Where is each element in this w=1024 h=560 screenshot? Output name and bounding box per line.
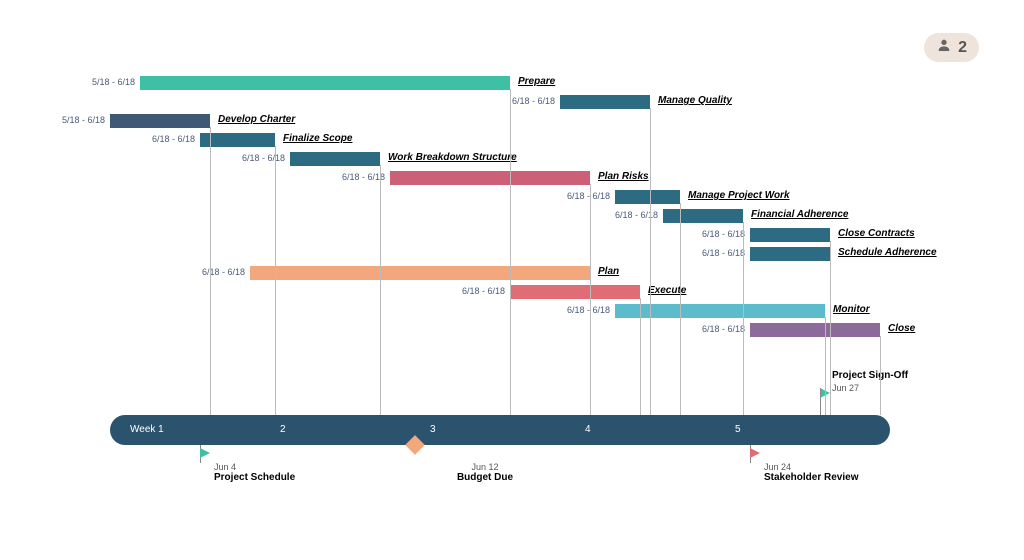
guide-line <box>743 222 744 415</box>
guide-line <box>510 89 511 415</box>
gantt-row: 6/18 - 6/18 Work Breakdown Structure <box>110 151 890 167</box>
gantt-bar[interactable] <box>615 304 825 318</box>
task-label[interactable]: Close Contracts <box>838 228 915 239</box>
milestone-pole <box>820 388 821 415</box>
task-date-range: 6/18 - 6/18 <box>190 267 245 277</box>
milestone[interactable]: Jun 12Budget Due <box>415 448 555 483</box>
gantt-row: 6/18 - 6/18Financial Adherence <box>110 208 890 224</box>
task-label[interactable]: Plan <box>598 266 619 277</box>
gantt-bar[interactable] <box>200 133 275 147</box>
milestone-flag-icon <box>750 448 760 458</box>
task-label[interactable]: Close <box>888 323 915 334</box>
task-label[interactable]: Prepare <box>518 76 555 87</box>
task-date-range: 6/18 - 6/18 <box>230 153 285 163</box>
gantt-bar[interactable] <box>750 323 880 337</box>
gantt-row: 6/18 - 6/18Close <box>110 322 890 338</box>
gantt-bar[interactable] <box>250 266 590 280</box>
task-label[interactable]: Plan Risks <box>598 171 649 182</box>
gantt-row: 6/18 - 6/18 Manage Quality <box>110 94 890 110</box>
milestone-label: Budget Due <box>415 472 555 483</box>
gantt-row: 5/18 - 6/18Prepare <box>110 75 890 91</box>
gantt-row: 6/18 - 6/18Execute <box>110 284 890 300</box>
task-date-range: 5/18 - 6/18 <box>80 77 135 87</box>
milestone[interactable]: Jun 4Project Schedule <box>200 448 340 483</box>
gantt-chart: 5/18 - 6/18Prepare 6/18 - 6/18 Manage Qual… <box>110 75 890 405</box>
milestone-date: Jun 12 <box>415 462 555 472</box>
milestone-date: Jun 24 <box>764 462 890 472</box>
milestone-flag-icon <box>200 448 210 458</box>
gantt-bar[interactable] <box>140 76 510 90</box>
gantt-row: 6/18 - 6/18Schedule Adherence <box>110 246 890 262</box>
gantt-bar[interactable] <box>510 285 640 299</box>
task-date-range: 6/18 - 6/18 <box>555 191 610 201</box>
task-date-range: 6/18 - 6/18 <box>500 96 555 106</box>
milestone[interactable]: Jun 24Stakeholder Review <box>750 448 890 483</box>
gantt-bar[interactable] <box>750 247 830 261</box>
task-date-range: 6/18 - 6/18 <box>330 172 385 182</box>
guide-line <box>880 336 881 415</box>
gantt-bar[interactable] <box>615 190 680 204</box>
collaborator-count: 2 <box>958 39 967 57</box>
gantt-bar[interactable] <box>390 171 590 185</box>
axis-tick: 5 <box>735 424 741 435</box>
milestone-label: Stakeholder Review <box>764 472 890 483</box>
gantt-bar[interactable] <box>290 152 380 166</box>
task-label[interactable]: Manage Quality <box>658 95 732 106</box>
gantt-row: 6/18 - 6/18 Monitor <box>110 303 890 319</box>
task-label[interactable]: Develop Charter <box>218 114 295 125</box>
gantt-bar[interactable] <box>560 95 650 109</box>
gantt-row: 5/18 - 6/18Develop Charter <box>110 113 890 129</box>
guide-line <box>650 108 651 415</box>
task-label[interactable]: Finalize Scope <box>283 133 352 144</box>
guide-line <box>590 184 591 415</box>
guide-line <box>380 165 381 415</box>
task-date-range: 6/18 - 6/18 <box>450 286 505 296</box>
axis-tick: 4 <box>585 424 591 435</box>
guide-line <box>825 317 826 415</box>
task-date-range: 6/18 - 6/18 <box>140 134 195 144</box>
task-date-range: 6/18 - 6/18 <box>555 305 610 315</box>
timeline-axis: Week 1 2 3 4 5 <box>110 415 890 445</box>
task-date-range: 6/18 - 6/18 <box>690 324 745 334</box>
task-date-range: 6/18 - 6/18 <box>690 248 745 258</box>
person-icon <box>936 37 952 58</box>
gantt-row: 6/18 - 6/18 Plan <box>110 265 890 281</box>
guide-line <box>210 127 211 415</box>
gantt-row: 6/18 - 6/18 Finalize Scope <box>110 132 890 148</box>
guide-line <box>680 203 681 415</box>
gantt-bar[interactable] <box>663 209 743 223</box>
task-label[interactable]: Work Breakdown Structure <box>388 152 517 163</box>
task-label[interactable]: Manage Project Work <box>688 190 790 201</box>
guide-line <box>640 298 641 415</box>
axis-tick: 2 <box>280 424 286 435</box>
gantt-row: 6/18 - 6/18 Plan Risks <box>110 170 890 186</box>
milestone-label: Project Sign-Off <box>832 370 952 381</box>
gantt-bar[interactable] <box>110 114 210 128</box>
collaborator-badge[interactable]: 2 <box>924 33 979 62</box>
axis-tick: Week 1 <box>130 424 164 435</box>
task-date-range: 5/18 - 6/18 <box>50 115 105 125</box>
task-date-range: 6/18 - 6/18 <box>690 229 745 239</box>
milestone-date: Jun 4 <box>214 462 340 472</box>
milestone[interactable]: Project Sign-Off Jun 27 <box>832 370 952 393</box>
gantt-row: 6/18 - 6/18 Manage Project Work <box>110 189 890 205</box>
task-label[interactable]: Financial Adherence <box>751 209 848 220</box>
axis-tick: 3 <box>430 424 436 435</box>
task-label[interactable]: Schedule Adherence <box>838 247 937 258</box>
gantt-bar[interactable] <box>750 228 830 242</box>
gantt-row: 6/18 - 6/18Close Contracts <box>110 227 890 243</box>
guide-line <box>275 146 276 415</box>
milestone-date: Jun 27 <box>832 383 952 393</box>
guide-line <box>830 241 831 415</box>
milestone-label: Project Schedule <box>214 472 340 483</box>
task-label[interactable]: Monitor <box>833 304 870 315</box>
